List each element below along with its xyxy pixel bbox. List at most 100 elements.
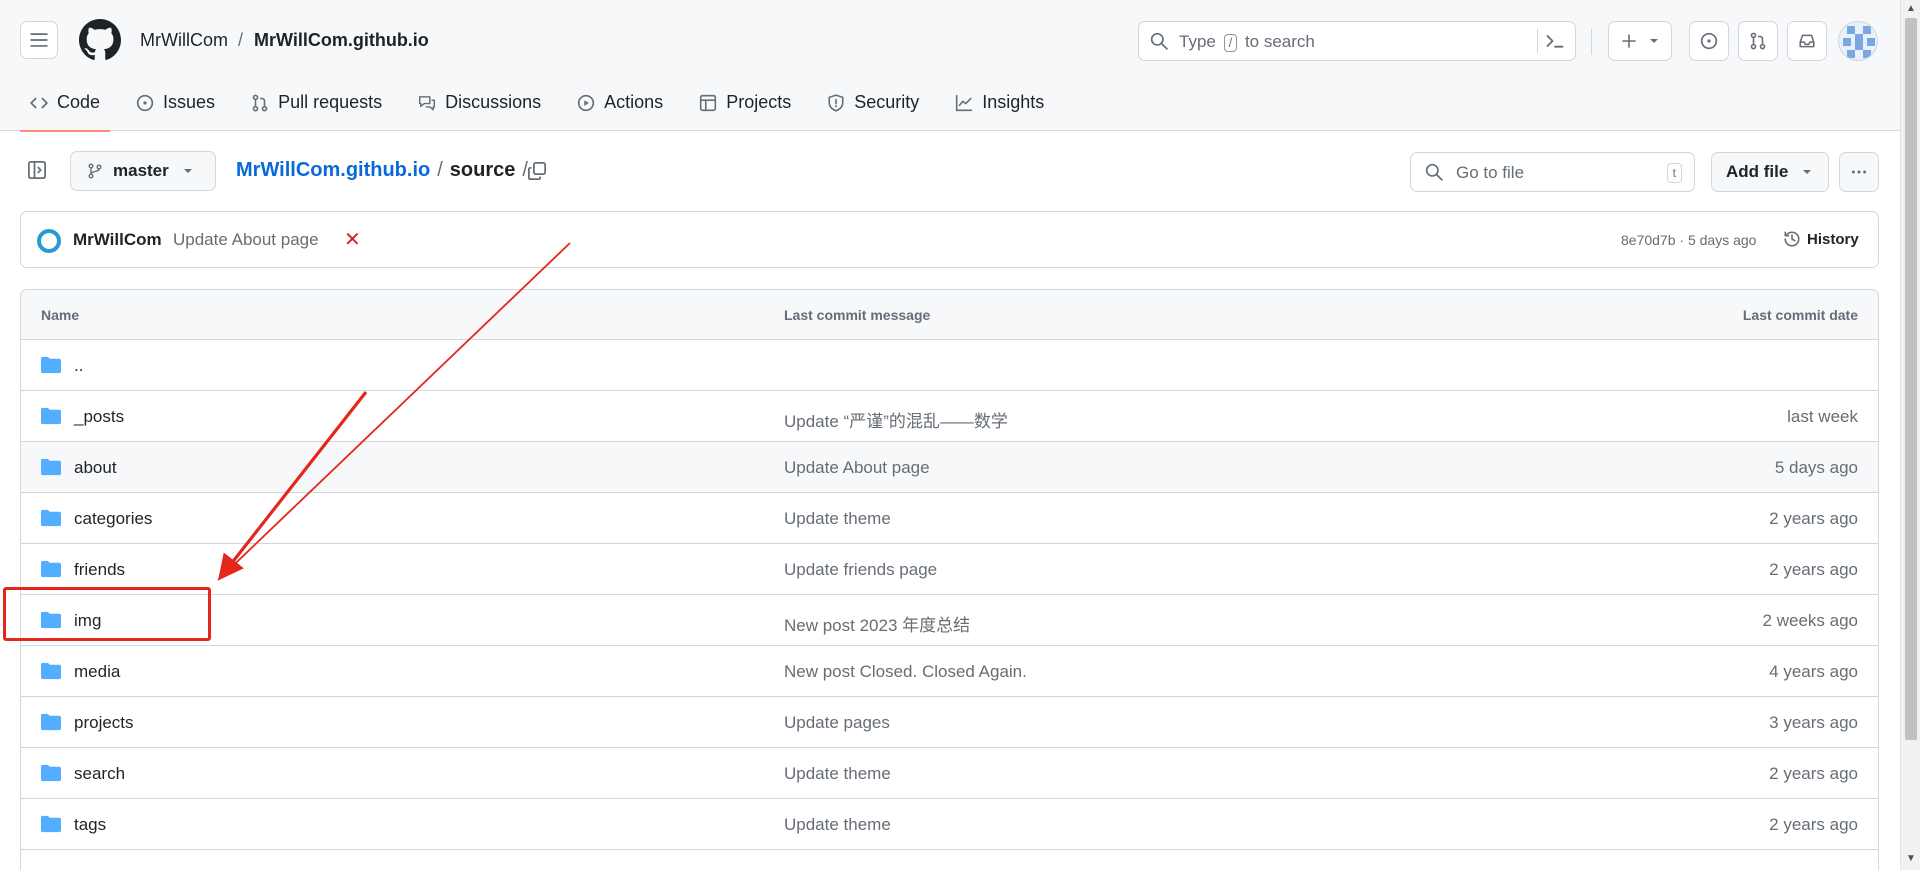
user-avatar[interactable] <box>1838 21 1878 61</box>
commit-date: 4 years ago <box>1769 662 1858 681</box>
folder-icon <box>41 560 61 578</box>
issue-icon <box>136 94 154 112</box>
tab-pull-requests[interactable]: Pull requests <box>241 84 392 131</box>
folder-icon <box>41 713 61 731</box>
branch-selector[interactable]: master <box>70 151 216 191</box>
go-to-file-input[interactable]: Go to file t <box>1410 152 1695 192</box>
identicon-icon <box>1843 26 1875 58</box>
tab-label: Security <box>854 92 920 112</box>
table-row[interactable]: categories Update theme 2 years ago <box>21 493 1878 544</box>
commit-message-link[interactable]: Update “严谨”的混乱——数学 <box>784 407 1008 432</box>
header-message: Last commit message <box>784 307 931 323</box>
pull-requests-button[interactable] <box>1738 21 1778 61</box>
graph-icon <box>956 94 973 112</box>
tab-security[interactable]: Security <box>817 84 929 131</box>
commit-date: 2 years ago <box>1769 815 1858 834</box>
table-icon <box>700 94 717 112</box>
commit-author-avatar[interactable] <box>37 229 61 253</box>
more-options-button[interactable] <box>1839 152 1879 192</box>
commit-author[interactable]: MrWillCom <box>73 230 162 250</box>
sidebar-toggle-icon[interactable] <box>27 160 47 180</box>
copy-path-icon[interactable] <box>527 161 547 181</box>
commit-message-link[interactable]: Update theme <box>784 815 891 835</box>
add-file-label: Add file <box>1726 162 1789 181</box>
file-name-link[interactable]: categories <box>74 509 152 529</box>
file-name-link[interactable]: projects <box>74 713 134 733</box>
scrollbar-thumb[interactable] <box>1905 18 1917 740</box>
file-path-breadcrumb: MrWillCom.github.io / source / <box>236 159 535 182</box>
tab-projects[interactable]: Projects <box>689 84 801 131</box>
add-file-button[interactable]: Add file <box>1711 152 1829 192</box>
commit-status-fail-icon[interactable]: ✕ <box>344 227 361 252</box>
folder-icon <box>41 458 61 476</box>
path-repo-link[interactable]: MrWillCom.github.io <box>236 159 430 182</box>
repo-tabs: Code Issues Pull requests Discussions Ac… <box>20 84 1070 132</box>
breadcrumb-owner[interactable]: MrWillCom <box>140 30 228 51</box>
commit-message-link[interactable]: Update friends page <box>784 560 937 580</box>
file-name-link[interactable]: search <box>74 764 125 784</box>
table-row[interactable]: projects Update pages 3 years ago <box>21 697 1878 748</box>
commit-message-link[interactable]: Update pages <box>784 713 890 733</box>
issues-button[interactable] <box>1689 21 1729 61</box>
table-row[interactable]: .. <box>21 340 1878 391</box>
path-separator: / <box>437 159 443 181</box>
file-name-link[interactable]: _posts <box>74 407 124 427</box>
breadcrumb-repo[interactable]: MrWillCom.github.io <box>254 30 429 51</box>
tab-label: Insights <box>982 92 1045 112</box>
branch-icon <box>88 163 102 179</box>
breadcrumb-separator: / <box>238 30 244 50</box>
command-palette-icon[interactable] <box>1545 31 1565 51</box>
file-name-link[interactable]: tags <box>74 815 106 835</box>
scroll-up-arrow-icon[interactable]: ▲ <box>1906 3 1916 14</box>
table-row[interactable]: friends Update friends page 2 years ago <box>21 544 1878 595</box>
commit-message-link[interactable]: Update theme <box>784 764 891 784</box>
tab-label: Actions <box>604 92 664 112</box>
github-logo-icon[interactable] <box>79 19 121 61</box>
inbox-button[interactable] <box>1787 21 1827 61</box>
chevron-down-icon <box>183 169 192 173</box>
table-row[interactable]: about Update About page 5 days ago <box>21 442 1878 493</box>
history-icon <box>1784 231 1800 247</box>
tab-label: Issues <box>163 92 216 112</box>
file-name-link[interactable]: about <box>74 458 117 478</box>
file-name-link[interactable]: friends <box>74 560 125 580</box>
vertical-scrollbar[interactable]: ▲ ▼ <box>1900 0 1920 870</box>
discussion-icon <box>419 96 436 111</box>
pull-request-icon <box>1750 32 1766 50</box>
history-label: History <box>1807 230 1859 248</box>
tab-actions[interactable]: Actions <box>567 84 673 131</box>
table-row[interactable]: tags Update theme 2 years ago <box>21 799 1878 850</box>
tab-label: Projects <box>726 92 792 112</box>
tab-issues[interactable]: Issues <box>126 84 225 131</box>
commit-message[interactable]: Update About page <box>173 230 319 250</box>
table-row[interactable]: media New post Closed. Closed Again. 4 yea… <box>21 646 1878 697</box>
commit-message-link[interactable]: Update About page <box>784 458 930 478</box>
tab-code[interactable]: Code <box>20 84 111 132</box>
search-input[interactable]: Type / to search <box>1138 21 1576 61</box>
tab-insights[interactable]: Insights <box>945 84 1054 131</box>
create-new-button[interactable] <box>1608 21 1672 61</box>
commit-message-link[interactable]: Update theme <box>784 509 891 529</box>
plus-icon <box>1622 34 1636 48</box>
table-row[interactable]: search Update theme 2 years ago <box>21 748 1878 799</box>
table-row[interactable]: img New post 2023 年度总结 2 weeks ago <box>21 595 1878 646</box>
tab-label: Pull requests <box>278 92 383 112</box>
kebab-horizontal-icon <box>1851 170 1867 174</box>
annotation-highlight-box <box>3 587 211 641</box>
tab-discussions[interactable]: Discussions <box>408 84 551 131</box>
hamburger-icon <box>30 33 48 47</box>
commit-message-link[interactable]: New post 2023 年度总结 <box>784 611 970 636</box>
history-button[interactable]: History <box>1783 230 1859 248</box>
scroll-down-arrow-icon[interactable]: ▼ <box>1906 853 1916 864</box>
branch-name: master <box>113 161 169 180</box>
file-name-link[interactable]: .. <box>74 356 83 376</box>
table-row[interactable]: _posts Update “严谨”的混乱——数学 last week <box>21 391 1878 442</box>
folder-icon <box>41 662 61 680</box>
commit-sha-and-time[interactable]: 8e70d7b · 5 days ago <box>1621 232 1756 248</box>
file-name-link[interactable]: media <box>74 662 120 682</box>
go-to-file-shortcut: t <box>1666 163 1682 183</box>
play-icon <box>578 94 595 112</box>
commit-date: 2 weeks ago <box>1762 611 1858 630</box>
menu-button[interactable] <box>20 21 58 59</box>
commit-message-link[interactable]: New post Closed. Closed Again. <box>784 662 1027 682</box>
